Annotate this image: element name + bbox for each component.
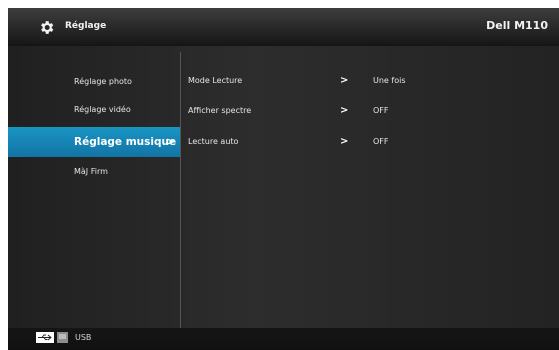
chevron-right-icon: > <box>340 105 349 116</box>
gear-icon <box>41 21 54 34</box>
setting-value: OFF <box>373 106 389 115</box>
setting-value: OFF <box>373 137 389 146</box>
source-label: USB <box>75 333 92 342</box>
setting-value: Une fois <box>373 76 406 85</box>
menu-header: Réglage Dell M110 <box>8 8 559 46</box>
column-divider <box>180 52 181 334</box>
setting-label: Afficher spectre <box>188 106 252 115</box>
setting-row-afficher-spectre[interactable]: Afficher spectre > OFF <box>188 99 548 123</box>
page-title: Réglage <box>65 21 107 31</box>
setting-row-lecture-auto[interactable]: Lecture auto > OFF <box>188 130 548 154</box>
sidebar-item-reglage-video[interactable]: Réglage vidéo <box>8 96 180 124</box>
setting-label: Lecture auto <box>188 137 239 146</box>
drive-icon <box>57 332 68 343</box>
sidebar-item-maj-firm[interactable]: MàJ Firm <box>8 158 180 186</box>
chevron-right-icon: > <box>340 136 349 147</box>
sidebar-item-label: Réglage photo <box>74 77 132 86</box>
setting-row-mode-lecture[interactable]: Mode Lecture > Une fois <box>188 69 548 93</box>
chevron-right-icon: > <box>166 135 176 148</box>
device-model: Dell M110 <box>486 19 548 32</box>
projector-menu: Réglage Dell M110 Réglage photo Réglage … <box>8 8 559 350</box>
sidebar-item-label: MàJ Firm <box>74 167 108 176</box>
sidebar-item-reglage-musique[interactable]: Réglage musique > <box>8 127 180 157</box>
usb-icon <box>36 332 54 343</box>
sidebar-item-reglage-photo[interactable]: Réglage photo <box>8 68 180 96</box>
status-bar: USB <box>8 328 559 350</box>
sidebar-item-label: Réglage vidéo <box>74 105 131 114</box>
setting-label: Mode Lecture <box>188 76 243 85</box>
chevron-right-icon: > <box>340 75 349 86</box>
sidebar-item-label: Réglage musique <box>74 136 177 148</box>
